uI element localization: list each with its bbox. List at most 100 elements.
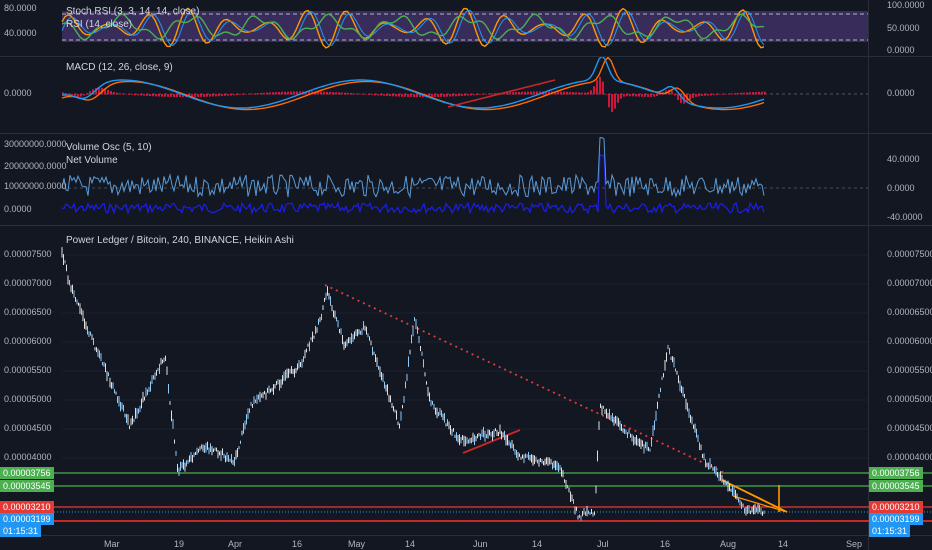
macd-histogram-bar (656, 94, 658, 97)
macd-histogram-bar (581, 92, 583, 95)
macd-histogram-bar (164, 94, 166, 97)
macd-histogram-bar (167, 94, 169, 97)
macd-histogram-bar (410, 94, 412, 97)
macd-histogram-bar (569, 91, 571, 95)
macd-histogram-bar (383, 94, 385, 96)
macd-histogram-bar (758, 91, 760, 95)
red-level-tag-right[interactable]: 0.00003210 (869, 501, 923, 513)
macd-histogram-bar (764, 91, 766, 95)
macd-histogram-bar (146, 94, 148, 96)
macd-histogram-bar (623, 94, 625, 97)
price-left-tick: 0.00004500 (4, 423, 52, 433)
macd-histogram-bar (362, 93, 364, 95)
volume-osc-title[interactable]: Volume Osc (5, 10) (66, 142, 152, 153)
macd-histogram-bar (458, 94, 460, 97)
macd-histogram-bar (200, 94, 202, 97)
macd-histogram-bar (272, 92, 274, 95)
macd-histogram-bar (335, 92, 337, 95)
macd-histogram-bar (749, 92, 751, 95)
price-pane[interactable]: Power Ledger / Bitcoin, 240, BINANCE, He… (0, 226, 932, 537)
time-label: 14 (778, 539, 789, 549)
lower-green-level-tag-right[interactable]: 0.00003545 (869, 480, 923, 492)
macd-histogram-bar (608, 94, 610, 108)
macd-histogram-bar (155, 94, 157, 97)
macd-histogram-bar (746, 92, 748, 95)
volume-pane[interactable]: Volume Osc (5, 10) Net Volume 30000000.0… (0, 134, 932, 225)
price-right-tick: 0.00005500 (887, 365, 932, 375)
price-right-tick: 0.00006500 (887, 307, 932, 317)
macd-histogram-bar (566, 91, 568, 95)
macd-histogram-bar (617, 94, 619, 103)
macd-histogram-bar (293, 91, 295, 95)
symbol-title[interactable]: Power Ledger / Bitcoin, 240, BINANCE, He… (66, 235, 294, 246)
macd-title[interactable]: MACD (12, 26, close, 9) (66, 62, 173, 73)
rsi-pane[interactable]: Stoch RSI (3, 3, 14, 14, close) RSI (14,… (0, 0, 932, 56)
macd-histogram-bar (206, 94, 208, 97)
macd-histogram-bar (212, 94, 214, 97)
time-label: 16 (660, 539, 671, 549)
price-left-tick: 0.00007500 (4, 249, 52, 259)
macd-histogram-bar (590, 90, 592, 95)
macd-histogram-bar (107, 89, 109, 95)
volume-left-tick: 0.0000 (4, 204, 32, 214)
macd-histogram-bar (728, 93, 730, 95)
volume-left-tick: 20000000.0000 (4, 161, 67, 171)
macd-histogram-bar (257, 93, 259, 95)
macd-histogram-bar (587, 92, 589, 95)
price-right-tick: 0.00005000 (887, 394, 932, 404)
macd-histogram-bar (275, 92, 277, 95)
macd-histogram-bar (134, 94, 136, 96)
macd-histogram-bar (527, 91, 529, 95)
macd-histogram-bar (698, 94, 700, 97)
countdown-tag-right: 01:15:31 (869, 525, 911, 537)
macd-histogram-bar (113, 91, 115, 95)
upper-green-level-tag-left[interactable]: 0.00003756 (0, 467, 54, 479)
macd-histogram-bar (593, 86, 595, 95)
macd-histogram-bar (455, 94, 457, 97)
macd-histogram-bar (461, 94, 463, 96)
macd-histogram-bar (446, 94, 448, 97)
macd-histogram-bar (599, 76, 601, 95)
macd-pane[interactable]: MACD (12, 26, close, 9) 0.0000 0.0000 (0, 57, 932, 133)
macd-histogram-bar (242, 94, 244, 95)
rsi-title[interactable]: RSI (14, close) (66, 19, 132, 30)
macd-histogram-bar (140, 94, 142, 96)
macd-histogram-bar (530, 91, 532, 95)
macd-histogram-bar (260, 92, 262, 95)
volume-left-tick: 10000000.0000 (4, 181, 67, 191)
macd-histogram-bar (158, 94, 160, 97)
time-label: 19 (174, 539, 185, 549)
macd-histogram-bar (68, 93, 70, 95)
stoch-rsi-title[interactable]: Stoch RSI (3, 3, 14, 14, close) (66, 6, 199, 17)
macd-histogram-bar (467, 94, 469, 96)
macd-histogram-bar (197, 94, 199, 98)
net-volume-title[interactable]: Net Volume (66, 155, 118, 166)
macd-histogram-bar (161, 94, 163, 97)
time-label: Apr (228, 539, 243, 549)
macd-histogram-bar (677, 94, 679, 100)
macd-histogram-bar (341, 92, 343, 95)
macd-histogram-bar (110, 91, 112, 95)
rsi-left-tick: 80.0000 (4, 3, 37, 13)
macd-histogram-bar (236, 94, 238, 96)
macd-histogram-bar (557, 91, 559, 95)
macd-histogram-bar (404, 94, 406, 97)
macd-histogram-bar (251, 93, 253, 95)
macd-histogram-bar (491, 93, 493, 95)
lower-green-level-tag-left[interactable]: 0.00003545 (0, 480, 54, 492)
upper-green-level-tag-right[interactable]: 0.00003756 (869, 467, 923, 479)
macd-histogram-bar (377, 94, 379, 96)
macd-histogram-bar (407, 94, 409, 97)
red-level-tag-left[interactable]: 0.00003210 (0, 501, 54, 513)
macd-histogram-bar (266, 92, 268, 95)
macd-histogram-bar (431, 94, 433, 98)
macd-histogram-bar (701, 94, 703, 96)
macd-histogram-bar (596, 80, 598, 95)
rsi-right-tick: 100.0000 (887, 0, 925, 10)
macd-histogram-bar (374, 94, 376, 96)
macd-histogram-bar (722, 93, 724, 95)
price-left-tick: 0.00006000 (4, 336, 52, 346)
macd-histogram-bar (515, 92, 517, 95)
macd-histogram-bar (620, 94, 622, 99)
macd-histogram-bar (176, 94, 178, 98)
